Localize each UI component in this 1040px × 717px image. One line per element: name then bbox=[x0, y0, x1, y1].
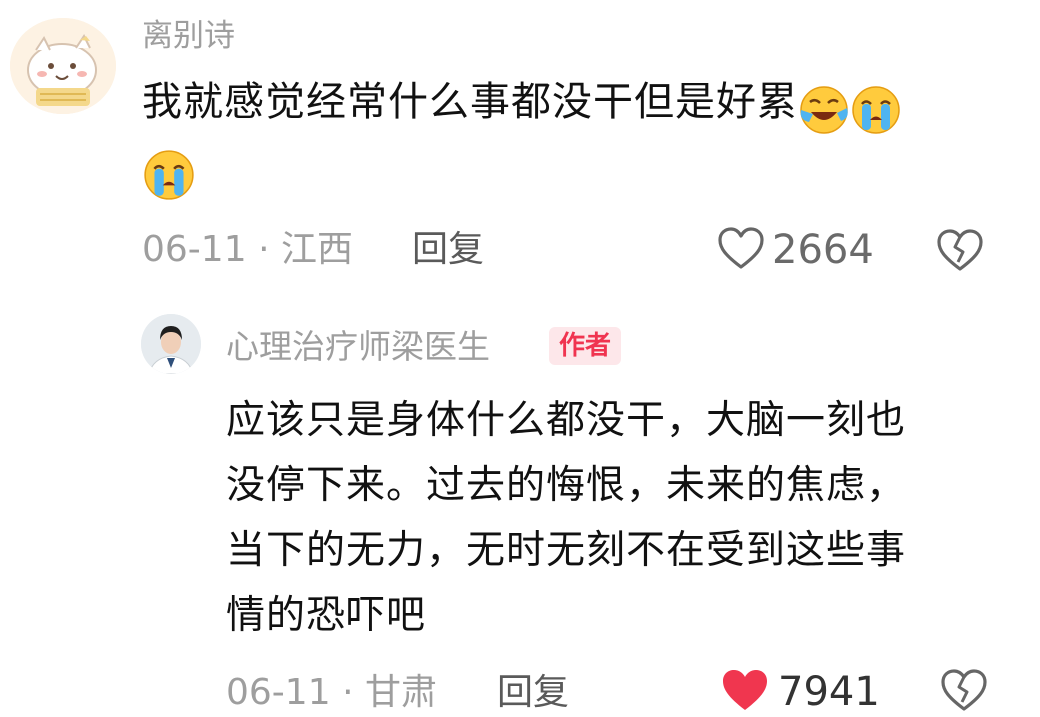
comment-emojis bbox=[798, 82, 902, 136]
avatar[interactable] bbox=[10, 18, 116, 114]
broken-heart-icon[interactable] bbox=[934, 224, 986, 276]
reply-date: 06-11 bbox=[226, 672, 331, 713]
like-count: 2664 bbox=[772, 227, 874, 273]
reply-text: 应该只是身体什么都没干，大脑一刻也 没停下来。过去的悔恨，未来的焦虑， 当下的无… bbox=[226, 398, 907, 638]
broken-heart-icon[interactable] bbox=[938, 664, 990, 716]
author-badge: 作者 bbox=[549, 327, 622, 365]
meta-separator: · bbox=[342, 672, 354, 713]
crying-emoji-icon bbox=[144, 150, 194, 200]
laughing-crying-emoji-icon bbox=[800, 86, 848, 134]
reply-button[interactable]: 回复 bbox=[412, 228, 484, 272]
author-username[interactable]: 心理治疗师梁医生 bbox=[226, 326, 490, 368]
author-avatar[interactable] bbox=[141, 314, 201, 374]
cartoon-avatar-icon bbox=[10, 18, 116, 114]
comment-date: 06-11 bbox=[142, 229, 247, 270]
comment-username[interactable]: 离别诗 bbox=[142, 16, 235, 56]
crying-emoji-icon bbox=[852, 86, 900, 134]
comment-text: 我就感觉经常什么事都没干但是好累 bbox=[142, 76, 902, 136]
heart-outline-icon[interactable] bbox=[716, 224, 766, 274]
reply-location: 甘肃 bbox=[364, 672, 437, 713]
comment-meta: 06-11 · 江西 bbox=[142, 228, 353, 272]
heart-filled-icon[interactable] bbox=[720, 666, 770, 714]
reply-meta: 06-11 · 甘肃 bbox=[226, 671, 437, 715]
comment-location: 江西 bbox=[280, 229, 353, 270]
doctor-photo-icon bbox=[141, 314, 201, 374]
reply-button[interactable]: 回复 bbox=[497, 671, 569, 715]
reply-like-count: 7941 bbox=[778, 669, 880, 715]
comment-text-body: 我就感觉经常什么事都没干但是好累 bbox=[142, 79, 798, 125]
meta-separator: · bbox=[258, 229, 270, 270]
